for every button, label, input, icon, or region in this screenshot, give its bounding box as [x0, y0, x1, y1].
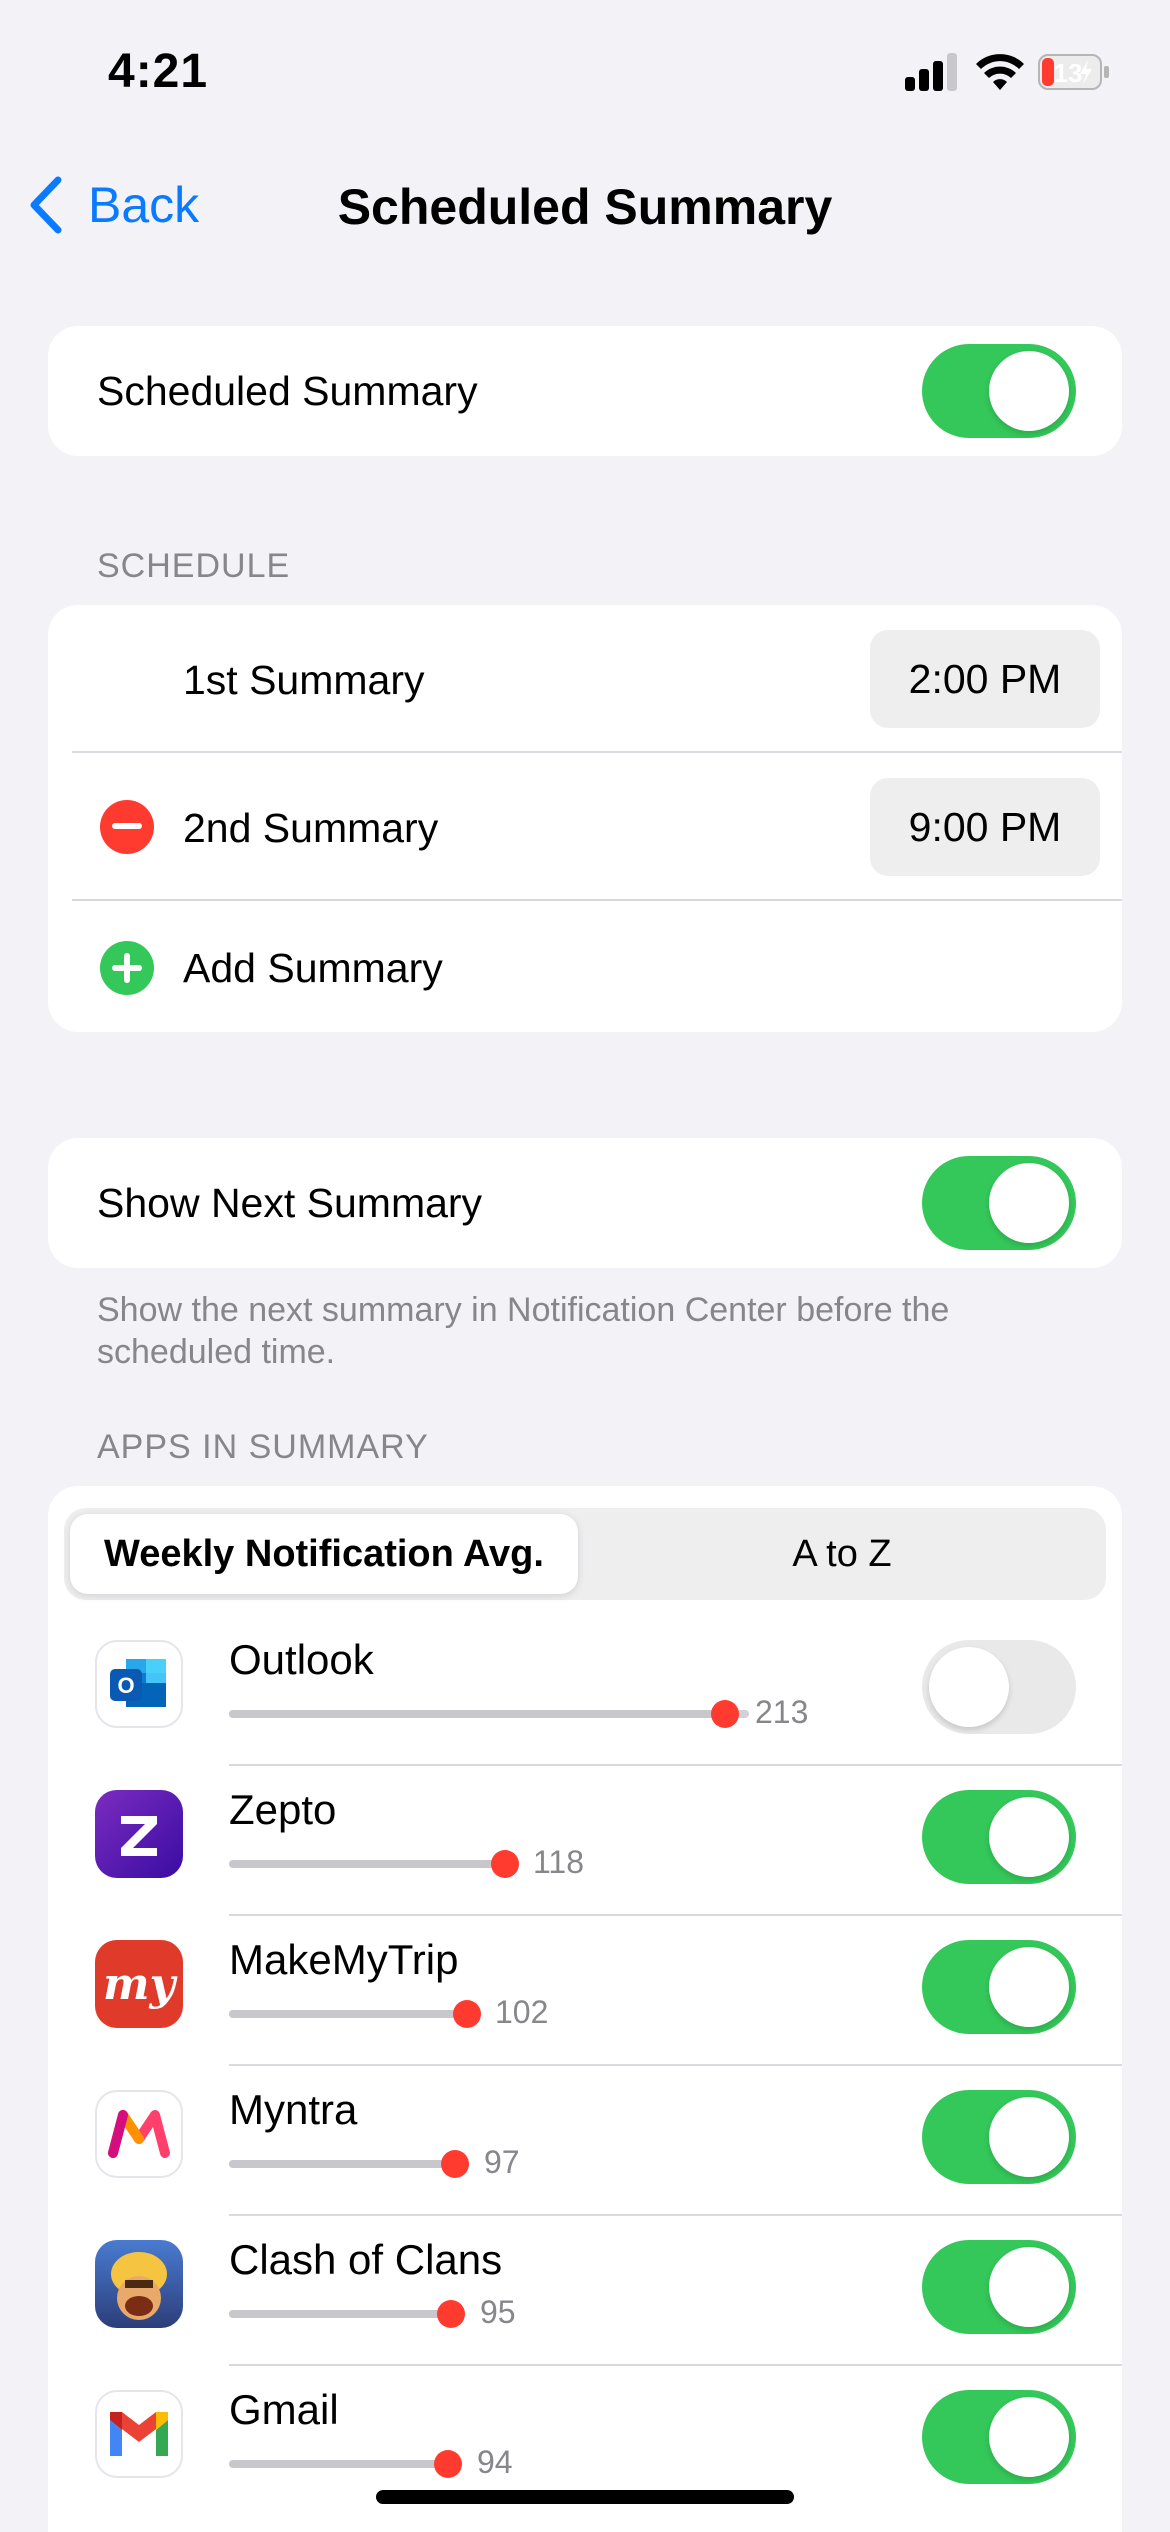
notification-avg-bar	[229, 1700, 749, 1728]
notification-count: 213	[755, 1694, 809, 1730]
schedule-section-header: SCHEDULE	[97, 547, 291, 585]
status-time: 4:21	[108, 45, 209, 98]
bar-marker	[441, 2150, 469, 2178]
app-row-outlook: O Outlook 213	[48, 1616, 1122, 1766]
status-bar: 4:21 13	[0, 0, 1170, 150]
add-summary-button[interactable]	[100, 941, 154, 995]
bar-marker	[434, 2450, 462, 2478]
first-summary-label: 1st Summary	[183, 657, 425, 703]
myntra-icon	[95, 2090, 183, 2178]
sort-segmented-control: Weekly Notification Avg. A to Z	[64, 1508, 1106, 1600]
makemytrip-icon: my	[95, 1940, 183, 2028]
app-name: Outlook	[229, 1636, 374, 1683]
svg-text:13: 13	[1054, 58, 1083, 88]
remove-second-summary-button[interactable]	[100, 800, 154, 854]
wifi-icon	[975, 52, 1025, 92]
show-next-summary-label: Show Next Summary	[97, 1180, 483, 1226]
app-name: Clash of Clans	[229, 2236, 503, 2283]
clash-of-clans-icon	[95, 2240, 183, 2328]
bar-marker	[711, 1700, 739, 1728]
svg-text:O: O	[117, 1673, 134, 1698]
notification-avg-bar	[229, 2450, 462, 2478]
segment-a-to-z[interactable]: A to Z	[584, 1514, 1100, 1594]
zepto-toggle[interactable]	[922, 1790, 1076, 1884]
app-name: MakeMyTrip	[229, 1936, 459, 1983]
scheduled-summary-card: Scheduled Summary	[48, 326, 1122, 456]
cellular-signal-icon	[905, 53, 959, 91]
outlook-icon: O	[95, 1640, 183, 1728]
zepto-icon	[95, 1790, 183, 1878]
notification-avg-bar	[229, 1850, 519, 1878]
app-row-clash-of-clans: Clash of Clans 95	[48, 2216, 1122, 2366]
clash-of-clans-toggle[interactable]	[922, 2240, 1076, 2334]
schedule-card: 1st Summary 2:00 PM 2nd Summary 9:00 PM …	[48, 605, 1122, 1032]
notification-count: 102	[495, 1994, 549, 2030]
app-name: Gmail	[229, 2386, 339, 2433]
gmail-toggle[interactable]	[922, 2390, 1076, 2484]
first-summary-time-picker[interactable]: 2:00 PM	[870, 630, 1100, 728]
notification-count: 95	[480, 2294, 516, 2330]
show-next-summary-footer: Show the next summary in Notification Ce…	[97, 1291, 950, 1371]
home-indicator[interactable]	[376, 2490, 794, 2504]
myntra-toggle[interactable]	[922, 2090, 1076, 2184]
battery-icon: 13	[1038, 52, 1110, 92]
bar-marker	[491, 1850, 519, 1878]
app-row-myntra: Myntra 97	[48, 2066, 1122, 2216]
minus-icon	[112, 823, 142, 829]
page-title: Scheduled Summary	[337, 179, 833, 235]
segment-weekly-avg[interactable]: Weekly Notification Avg.	[70, 1514, 578, 1594]
scheduled-summary-label: Scheduled Summary	[97, 368, 478, 414]
notification-count: 97	[484, 2144, 520, 2180]
notification-avg-bar	[229, 2000, 481, 2028]
app-row-makemytrip: my MakeMyTrip 102	[48, 1916, 1122, 2066]
makemytrip-toggle[interactable]	[922, 1940, 1076, 2034]
outlook-toggle[interactable]	[922, 1640, 1076, 1734]
notification-avg-bar	[229, 2150, 469, 2178]
notification-avg-bar	[229, 2300, 465, 2328]
divider	[72, 751, 1122, 753]
show-next-summary-card: Show Next Summary	[48, 1138, 1122, 1268]
notification-count: 94	[477, 2444, 513, 2480]
apps-section-header: APPS IN SUMMARY	[97, 1428, 429, 1466]
second-summary-time-picker[interactable]: 9:00 PM	[870, 778, 1100, 876]
navigation-bar: Back Scheduled Summary	[0, 160, 1170, 255]
app-name: Zepto	[229, 1786, 337, 1833]
divider	[72, 899, 1122, 901]
app-row-zepto: Zepto 118	[48, 1766, 1122, 1916]
app-name: Myntra	[229, 2086, 358, 2133]
plus-icon	[112, 953, 142, 983]
show-next-summary-toggle[interactable]	[922, 1156, 1076, 1250]
add-summary-label[interactable]: Add Summary	[183, 945, 443, 992]
bar-marker	[437, 2300, 465, 2328]
gmail-icon	[95, 2390, 183, 2478]
scheduled-summary-toggle[interactable]	[922, 344, 1076, 438]
notification-count: 118	[533, 1844, 585, 1880]
bar-marker	[453, 2000, 481, 2028]
second-summary-label: 2nd Summary	[183, 805, 439, 851]
apps-card: Weekly Notification Avg. A to Z O Outloo…	[48, 1486, 1122, 2532]
